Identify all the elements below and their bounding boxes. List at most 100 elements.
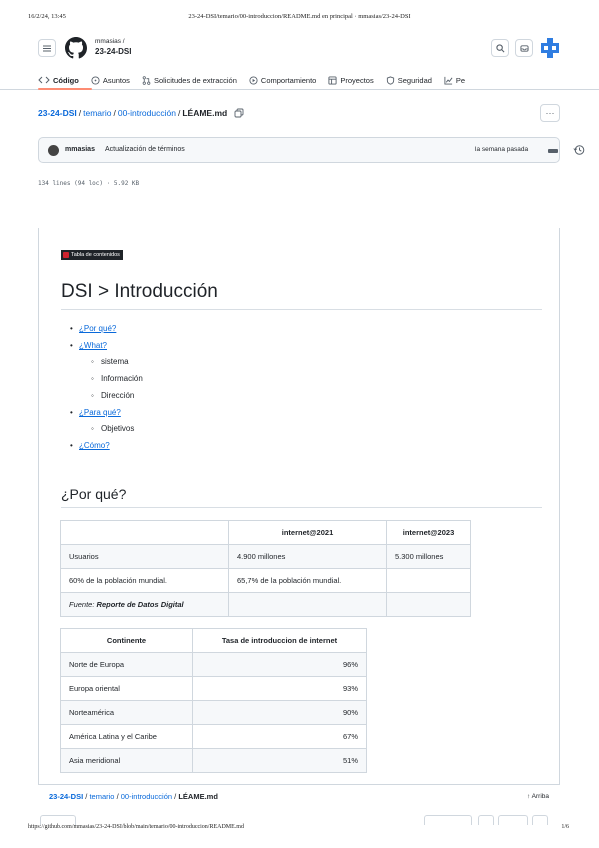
table-row: América Latina y el Caribe 67% — [60, 724, 367, 749]
raw-button[interactable] — [424, 815, 472, 825]
breadcrumb-repo[interactable]: 23-24-DSI — [49, 792, 83, 801]
readme-body: Tabla de contenidos DSI > Introducción ¿… — [38, 228, 560, 788]
search-icon[interactable] — [491, 39, 509, 57]
play-icon — [249, 75, 258, 85]
breadcrumb-sep: / — [113, 108, 116, 118]
table-cell — [228, 592, 387, 617]
table-cell: Europa oriental — [60, 676, 193, 701]
breadcrumb-intro[interactable]: 00-introducción — [121, 792, 172, 801]
table-header — [60, 520, 229, 545]
breadcrumb-sep: / — [174, 792, 177, 801]
breadcrumb-temario[interactable]: temario — [83, 108, 111, 118]
toc-link-como[interactable]: ¿Cómo? — [79, 441, 110, 450]
breadcrumb-intro[interactable]: 00-introducción — [118, 108, 176, 118]
sticky-file-header: 23-24-DSI / temario / 00-introducción / … — [38, 784, 560, 825]
breadcrumb-temario[interactable]: temario — [89, 792, 114, 801]
toc-item: ¿Cómo? — [67, 440, 143, 451]
print-page-number: 1/6 — [561, 824, 569, 830]
table-cell: 67% — [192, 724, 367, 749]
table-header-row: internet@2021 internet@2023 — [60, 520, 471, 545]
tab-code[interactable]: Código — [38, 73, 85, 87]
table-cell: América Latina y el Caribe — [60, 724, 193, 749]
toc-badge[interactable]: Tabla de contenidos — [61, 250, 123, 260]
repo-owner[interactable]: mmasias / — [95, 38, 125, 45]
tab-security[interactable]: Seguridad — [380, 73, 438, 87]
table-row: Asia meridional 51% — [60, 748, 367, 773]
code-icon — [38, 76, 50, 84]
table-row: Europa oriental 93% — [60, 676, 367, 701]
table-header: internet@2023 — [386, 520, 471, 545]
more-options-button[interactable]: ··· — [540, 104, 560, 122]
breadcrumb-sep: / — [85, 792, 88, 801]
toc-item: ¿Para qué? Objetivos — [67, 407, 143, 434]
table-cell: 4.900 millones — [228, 544, 387, 569]
commit-hash[interactable] — [548, 149, 558, 153]
table-header-row: Continente Tasa de introduccion de inter… — [60, 628, 367, 653]
commit-author[interactable]: mmasias — [65, 146, 95, 153]
toc-badge-label: Tabla de contenidos — [71, 252, 120, 258]
source-cell: Fuente: Reporte de Datos Digital — [60, 592, 229, 617]
history-icon[interactable] — [573, 144, 585, 156]
toc-link-para-que[interactable]: ¿Para qué? — [79, 408, 121, 417]
breadcrumb-file: LÉAME.md — [178, 792, 218, 801]
tab-label: Pe — [455, 75, 466, 85]
tab-actions[interactable]: Comportamiento — [243, 73, 322, 87]
tab-label: Comportamiento — [260, 75, 317, 85]
breadcrumb-sep: / — [116, 792, 119, 801]
table-of-contents: ¿Por qué? ¿What? sistema Información Dir… — [67, 323, 143, 457]
toc-link-what[interactable]: ¿What? — [79, 341, 107, 350]
toc-sublist: sistema Información Dirección — [79, 356, 143, 401]
tab-label: Seguridad — [397, 75, 432, 85]
menu-icon[interactable] — [38, 39, 56, 57]
edit-button[interactable] — [498, 815, 528, 825]
table-cell: Norte de Europa — [60, 652, 193, 677]
continent-penetration-table: Continente Tasa de introduccion de inter… — [60, 628, 367, 773]
toc-subitem: sistema — [79, 356, 143, 367]
pull-request-icon — [142, 75, 151, 85]
print-header: 16/2/24, 13:45 23-24-DSI/temario/00-intr… — [0, 0, 599, 24]
breadcrumb-sep: / — [177, 108, 181, 118]
copy-path-icon[interactable] — [234, 108, 244, 118]
tab-issues[interactable]: Asuntos — [85, 73, 136, 87]
github-logo-icon[interactable] — [65, 37, 87, 59]
table-row: Fuente: Reporte de Datos Digital — [60, 592, 471, 617]
breadcrumb-repo[interactable]: 23-24-DSI — [38, 108, 77, 118]
latest-commit-bar: mmasias Actualización de términos la sem… — [38, 137, 585, 163]
table-row: 60% de la población mundial. 65,7% de la… — [60, 568, 471, 593]
shield-icon — [386, 75, 394, 85]
table-cell: 90% — [192, 700, 367, 725]
table-cell — [386, 592, 471, 617]
table-cell: 51% — [192, 748, 367, 773]
avatar[interactable] — [48, 145, 59, 156]
table-row: Usuarios 4.900 millones 5.300 millones — [60, 544, 471, 569]
copilot-icon[interactable] — [541, 38, 559, 58]
active-tab-indicator — [38, 88, 92, 90]
tab-pull-requests[interactable]: Solicitudes de extracción — [136, 73, 243, 87]
graph-icon — [444, 76, 453, 85]
tab-label: Asuntos — [102, 75, 130, 85]
toc-link-por-que[interactable]: ¿Por qué? — [79, 324, 116, 333]
table-header: Tasa de introduccion de internet — [192, 628, 367, 653]
copy-button[interactable] — [478, 815, 494, 825]
inbox-icon[interactable] — [515, 39, 533, 57]
table-icon — [328, 75, 337, 85]
table-header: internet@2021 — [228, 520, 387, 545]
table-row: Norteamérica 90% — [60, 700, 367, 725]
commit-message[interactable]: Actualización de términos — [105, 146, 185, 153]
table-cell: Usuarios — [60, 544, 229, 569]
repo-name[interactable]: 23-24-DSI — [95, 47, 131, 56]
repo-header: mmasias / 23-24-DSI Código Asuntos Solic… — [0, 30, 599, 90]
tab-insights[interactable]: Pe — [438, 73, 471, 87]
table-row: Norte de Europa 96% — [60, 652, 367, 677]
source-name[interactable]: Reporte de Datos Digital — [97, 600, 184, 609]
file-stats: 134 lines (94 loc) · 5.92 KB — [38, 180, 140, 187]
breadcrumb: 23-24-DSI / temario / 00-introducción / … — [38, 108, 244, 118]
back-to-top-link[interactable]: ↑ Arriba — [527, 793, 549, 800]
internet-stats-table: internet@2021 internet@2023 Usuarios 4.9… — [60, 520, 471, 617]
outline-button[interactable] — [532, 815, 548, 825]
repo-tabs: Código Asuntos Solicitudes de extracción… — [38, 73, 471, 90]
breadcrumb-file: LÉAME.md — [182, 108, 228, 118]
tab-projects[interactable]: Proyectos — [322, 73, 379, 87]
toc-item: ¿What? sistema Información Dirección — [67, 340, 143, 401]
table-cell: Norteamérica — [60, 700, 193, 725]
